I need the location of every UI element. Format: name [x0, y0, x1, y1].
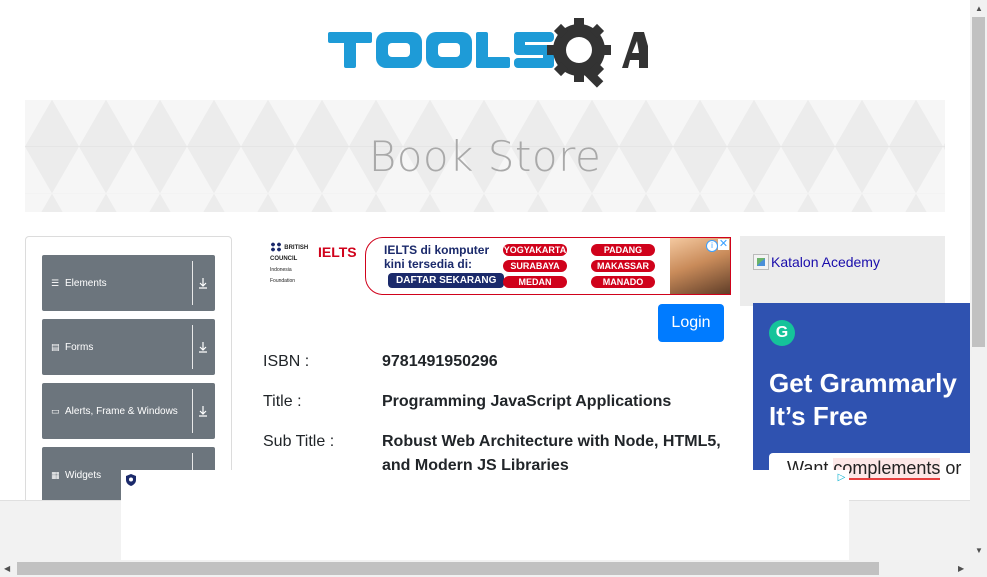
ad-headline: IELTS di komputer kini tersedia di: [384, 243, 489, 271]
grammarly-ad[interactable]: G Get Grammarly It’s Free Want complemen… [753, 303, 970, 483]
title-label: Title : [263, 393, 302, 410]
sidebar-group-elements[interactable]: ☰ Elements [42, 255, 215, 311]
divider [192, 325, 193, 369]
page-banner: Book Store [25, 100, 945, 212]
scroll-down-arrow-icon[interactable]: ▼ [975, 546, 983, 556]
toolsqa-logo[interactable] [326, 16, 650, 92]
download-arrow-icon [199, 342, 207, 353]
download-arrow-icon [199, 406, 207, 417]
ad-cta-button[interactable]: DAFTAR SEKARANG [388, 273, 505, 288]
card-text-post: or [940, 458, 962, 478]
sidebar-group-forms[interactable]: ▤ Forms [42, 319, 215, 375]
divider [192, 261, 193, 305]
form-icon: ▤ [51, 342, 60, 352]
login-button[interactable]: Login [658, 304, 724, 342]
ad-city: MEDAN [503, 276, 567, 288]
divider [192, 389, 193, 433]
ad-city: MANADO [591, 276, 655, 288]
isbn-label: ISBN : [263, 353, 310, 370]
close-icon[interactable]: ✕ [718, 239, 729, 250]
page-title: Book Store [368, 131, 602, 181]
ad-creative[interactable]: IELTS di komputer kini tersedia di: DAFT… [365, 237, 731, 295]
bottom-ad[interactable] [121, 470, 849, 560]
right-ad-background [740, 236, 945, 306]
adchoices-icon[interactable]: i [706, 240, 718, 252]
isbn-value: 9781491950296 [382, 353, 498, 370]
scroll-left-arrow-icon[interactable]: ◀ [4, 564, 10, 574]
ad-headline-line1: IELTS di komputer [384, 243, 490, 257]
ad-city: YOGYAKARTA [503, 244, 567, 256]
grammarly-headline-2: It’s Free [769, 401, 868, 431]
scroll-up-arrow-icon[interactable]: ▲ [975, 4, 983, 14]
horizontal-scroll-thumb[interactable] [17, 562, 879, 575]
ad-city: SURABAYA [503, 260, 567, 272]
vertical-scroll-thumb[interactable] [972, 17, 985, 347]
katalon-ad-alt: Katalon Acedemy [771, 254, 880, 270]
ad-city: MAKASSAR [591, 260, 655, 272]
window-icon: ▭ [51, 406, 60, 416]
broken-image-icon [753, 254, 769, 270]
katalon-ad-link[interactable]: Katalon Acedemy [753, 254, 880, 270]
grammarly-headline-1: Get Grammarly [769, 368, 957, 398]
grammarly-headline: Get Grammarly It’s Free [769, 367, 957, 433]
ielts-logo: IELTS [318, 244, 357, 260]
brand-sub: Indonesia Foundation [270, 267, 296, 285]
british-council-logo: BRITISH COUNCIL Indonesia Foundation [270, 242, 310, 286]
title-value: Programming JavaScript Applications [382, 393, 672, 410]
ad-city: PADANG [591, 244, 655, 256]
grid-icon: ▦ [51, 470, 60, 480]
shield-icon [126, 474, 136, 486]
hamburger-icon: ☰ [51, 278, 60, 288]
sidebar-group-alerts[interactable]: ▭ Alerts, Frame & Windows [42, 383, 215, 439]
grammarly-logo: G [769, 320, 795, 346]
download-arrow-icon [199, 278, 207, 289]
scroll-right-arrow-icon[interactable]: ▶ [958, 564, 964, 574]
adchoices-icon[interactable]: ▷ [834, 470, 849, 485]
ielts-ad[interactable]: BRITISH COUNCIL Indonesia Foundation IEL… [265, 236, 731, 296]
subtitle-label: Sub Title : [263, 433, 335, 450]
card-text-highlight: complements [833, 458, 941, 480]
ad-headline-line2: kini tersedia di: [384, 257, 473, 271]
